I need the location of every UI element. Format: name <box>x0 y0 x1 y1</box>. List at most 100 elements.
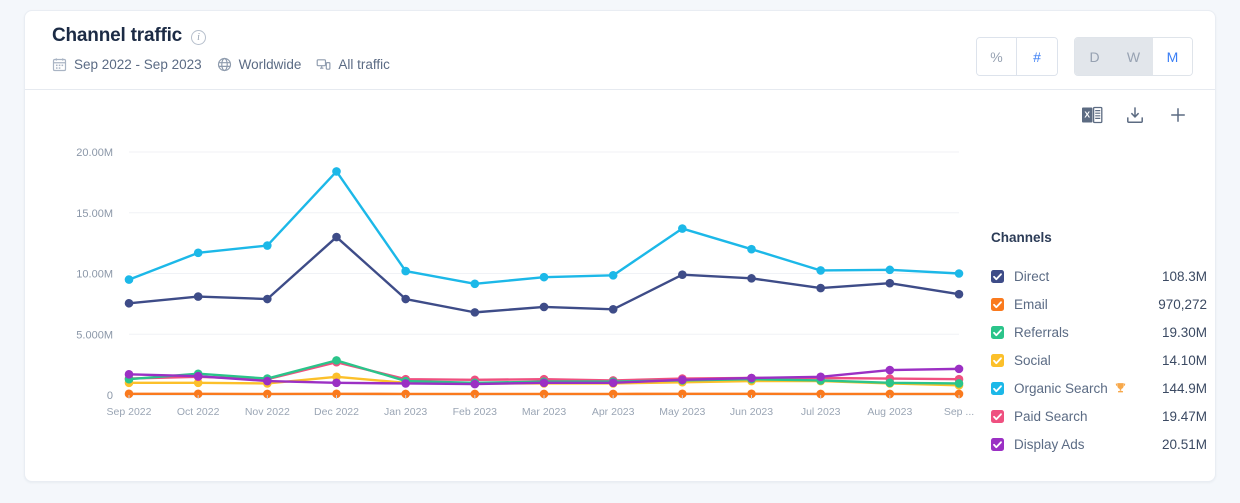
data-point[interactable] <box>816 283 825 293</box>
chart-plot-area: 20.00M 15.00M 10.00M 5.000M 0 Sep 2022 Oct 202… <box>25 142 975 432</box>
data-point[interactable] <box>816 372 825 382</box>
data-point[interactable] <box>401 266 410 276</box>
plus-icon[interactable] <box>1167 104 1189 126</box>
excel-export-icon[interactable]: X <box>1081 104 1103 126</box>
x-axis-tick-label: Nov 2022 <box>245 406 290 418</box>
legend-item-organic-search[interactable]: Organic Search 144.9M <box>991 374 1207 402</box>
data-point[interactable] <box>608 378 618 388</box>
data-point[interactable] <box>263 294 272 304</box>
data-point[interactable] <box>539 378 549 388</box>
channel-traffic-card: Channel traffic i Sep 2022 - Sep 2023 Wo… <box>24 10 1216 482</box>
unit-toggle-number[interactable]: # <box>1017 38 1057 75</box>
legend-value: 19.47M <box>1161 408 1207 424</box>
data-point[interactable] <box>885 378 895 388</box>
legend-label: Organic Search <box>1014 381 1128 396</box>
legend-item-paid-search[interactable]: Paid Search 19.47M <box>991 402 1207 430</box>
data-point[interactable] <box>954 269 964 278</box>
data-point[interactable] <box>401 294 410 304</box>
legend-checkbox-1[interactable] <box>991 297 1004 311</box>
data-point[interactable] <box>332 356 341 365</box>
legend-rows: Direct 108.3M Email 970,272 Referrals 19.30M S… <box>991 262 1207 458</box>
info-icon[interactable]: i <box>191 30 207 45</box>
y-axis-tick-label: 5.000M <box>76 329 113 341</box>
view-toggles: % # D W M <box>976 37 1193 76</box>
y-axis-tick-label: 20.00M <box>76 147 113 159</box>
data-point[interactable] <box>124 370 134 379</box>
data-point[interactable] <box>954 364 964 374</box>
data-point[interactable] <box>124 275 134 284</box>
data-point[interactable] <box>608 271 618 280</box>
legend-checkbox-2[interactable] <box>991 325 1004 339</box>
data-point[interactable] <box>678 375 687 385</box>
data-point[interactable] <box>193 248 203 258</box>
card-header: Channel traffic i Sep 2022 - Sep 2023 Wo… <box>25 11 1215 90</box>
period-toggle-group: D W M <box>1074 37 1193 76</box>
data-point[interactable] <box>885 365 895 375</box>
data-point[interactable] <box>678 270 687 280</box>
data-point[interactable] <box>124 298 134 308</box>
data-point[interactable] <box>747 373 756 383</box>
data-point[interactable] <box>263 376 272 386</box>
data-point[interactable] <box>747 244 756 254</box>
data-point[interactable] <box>470 279 480 289</box>
data-point[interactable] <box>608 305 618 314</box>
y-axis-tick-label: 0 <box>107 390 113 402</box>
location-filter[interactable]: Worldwide <box>217 57 302 72</box>
data-point[interactable] <box>193 371 203 381</box>
traffic-type-filter[interactable]: All traffic <box>316 57 390 72</box>
legend-label: Email <box>1014 296 1048 312</box>
data-point[interactable] <box>332 167 341 176</box>
legend-checkbox-5[interactable] <box>991 409 1004 423</box>
legend-label: Display Ads <box>1014 436 1085 452</box>
trophy-icon <box>1113 381 1128 396</box>
data-point[interactable] <box>193 292 203 301</box>
unit-toggle-percent[interactable]: % <box>977 38 1017 75</box>
svg-text:X: X <box>1084 109 1090 119</box>
legend-checkbox-3[interactable] <box>991 353 1004 367</box>
card-body: X 20.00M 15.00M 10.00M 5.000M 0 Sep 2022 Oct 2… <box>25 90 1215 481</box>
location-label: Worldwide <box>238 57 302 72</box>
data-point[interactable] <box>885 265 895 275</box>
data-point[interactable] <box>263 241 272 250</box>
data-point[interactable] <box>816 266 825 275</box>
data-point[interactable] <box>332 232 341 242</box>
data-point[interactable] <box>954 379 964 388</box>
calendar-icon <box>52 58 67 72</box>
legend-item-social[interactable]: Social 14.10M <box>991 346 1207 374</box>
x-axis-tick-label: Mar 2023 <box>522 406 567 418</box>
data-point[interactable] <box>539 272 549 282</box>
legend-item-display-ads[interactable]: Display Ads 20.51M <box>991 430 1207 458</box>
data-point[interactable] <box>470 308 480 317</box>
period-toggle-day[interactable]: D <box>1075 38 1114 75</box>
data-point[interactable] <box>332 378 341 388</box>
chart-toolbar: X <box>1081 104 1189 126</box>
legend-value: 20.51M <box>1161 436 1207 452</box>
legend-item-referrals[interactable]: Referrals 19.30M <box>991 318 1207 346</box>
legend-value: 144.9M <box>1161 380 1207 396</box>
period-toggle-week[interactable]: W <box>1114 38 1153 75</box>
data-point[interactable] <box>539 302 549 312</box>
legend-value: 19.30M <box>1161 324 1207 340</box>
data-point[interactable] <box>678 224 687 233</box>
data-point[interactable] <box>470 379 480 389</box>
line-chart: 20.00M 15.00M 10.00M 5.000M 0 Sep 2022 Oct 202… <box>76 147 974 418</box>
legend-item-direct[interactable]: Direct 108.3M <box>991 262 1207 290</box>
legend-checkbox-0[interactable] <box>991 269 1004 283</box>
data-point[interactable] <box>954 289 964 299</box>
legend-label: Social <box>1014 352 1051 368</box>
data-point[interactable] <box>885 278 895 288</box>
legend-checkbox-4[interactable] <box>991 381 1004 395</box>
date-range-filter[interactable]: Sep 2022 - Sep 2023 <box>52 57 202 72</box>
download-icon[interactable] <box>1124 104 1146 126</box>
x-axis-tick-label: Dec 2022 <box>314 406 359 418</box>
x-axis-tick-label: Apr 2023 <box>592 406 635 418</box>
x-axis-tick-label: Feb 2023 <box>453 406 498 418</box>
globe-icon <box>217 57 231 72</box>
period-toggle-month[interactable]: M <box>1153 38 1192 75</box>
data-point[interactable] <box>747 274 756 283</box>
legend-value: 108.3M <box>1161 268 1207 284</box>
data-point[interactable] <box>401 379 410 388</box>
legend-checkbox-6[interactable] <box>991 437 1004 451</box>
legend-item-email[interactable]: Email 970,272 <box>991 290 1207 318</box>
x-axis-tick-label: May 2023 <box>659 406 705 418</box>
